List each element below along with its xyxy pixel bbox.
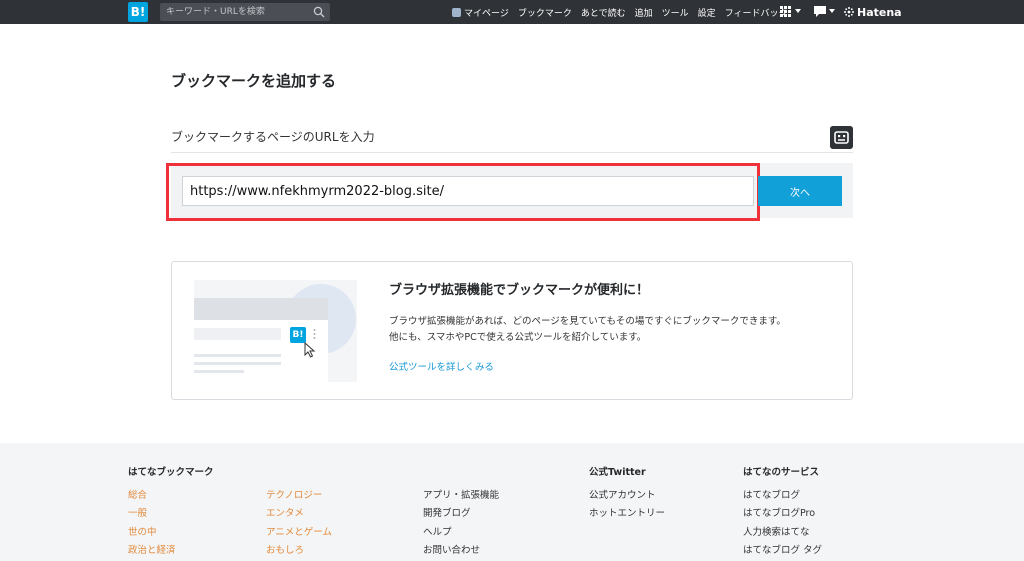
apps-grid-icon[interactable] <box>780 6 791 17</box>
search-box <box>160 3 330 21</box>
bookmarklet-icon[interactable] <box>830 126 853 149</box>
illustration-text-line <box>194 370 244 373</box>
promo-description: ブラウザ拡張機能があれば、どのページを見ていてもその場ですぐにブックマークできま… <box>389 316 786 343</box>
illustration-browser-window: B! <box>194 298 328 382</box>
illustration-bookmark-badge: B! <box>290 327 306 343</box>
footer-link-fun[interactable]: おもしろ <box>266 542 304 556</box>
illustration-address-field <box>194 328 281 340</box>
footer-link-dev-blog[interactable]: 開発ブログ <box>423 505 471 519</box>
footer-link-apps[interactable]: アプリ・拡張機能 <box>423 487 499 501</box>
footer-link-hot-entry[interactable]: ホットエントリー <box>589 505 665 519</box>
url-label: ブックマークするページのURLを入力 <box>171 130 375 144</box>
footer-link-sougou[interactable]: 総合 <box>128 487 147 501</box>
url-input[interactable] <box>182 176 754 206</box>
hatena-star-icon <box>844 7 854 17</box>
search-icon[interactable] <box>313 6 325 18</box>
hatena-brand[interactable]: Hatena <box>844 0 902 24</box>
nav-tools[interactable]: ツール <box>662 6 689 19</box>
footer-link-technology[interactable]: テクノロジー <box>266 487 322 501</box>
footer-heading-twitter: 公式Twitter <box>589 467 646 478</box>
top-navbar: B! マイページ ブックマーク あとで読む 追加 ツール 設定 フィードバック … <box>0 0 1024 24</box>
extension-promo-card: B! ブラウザ拡張機能でブックマークが便利に！ ブラウザ拡張機能があれば、どのペ… <box>171 261 853 400</box>
nav-bookmark[interactable]: ブックマーク <box>518 6 572 19</box>
footer-link-entertainment[interactable]: エンタメ <box>266 505 304 519</box>
footer-link-contact[interactable]: お問い合わせ <box>423 542 480 556</box>
official-tools-link[interactable]: 公式ツールを詳しくみる <box>389 359 494 373</box>
footer-link-world[interactable]: 世の中 <box>128 524 157 538</box>
hatena-bookmark-logo[interactable]: B! <box>128 2 148 22</box>
nav-settings[interactable]: 設定 <box>698 6 716 19</box>
illustration-window-bar <box>194 298 328 320</box>
footer-heading-bookmark: はてなブックマーク <box>128 467 214 478</box>
promo-title: ブラウザ拡張機能でブックマークが便利に！ <box>389 283 650 298</box>
footer-link-general[interactable]: 一般 <box>128 505 147 519</box>
page-title: ブックマークを追加する <box>171 72 337 90</box>
chevron-down-icon[interactable] <box>829 9 835 13</box>
footer-link-help[interactable]: ヘルプ <box>423 524 452 538</box>
illustration-text-line <box>194 354 281 357</box>
global-nav: マイページ ブックマーク あとで読む 追加 ツール 設定 フィードバック <box>452 0 796 24</box>
nav-mypage[interactable]: マイページ <box>452 6 509 19</box>
extension-illustration: B! <box>194 280 357 382</box>
notification-chat-icon[interactable] <box>814 6 826 17</box>
footer-link-anime-game[interactable]: アニメとゲーム <box>266 524 332 538</box>
more-dots-icon <box>313 329 316 339</box>
divider <box>171 152 853 153</box>
mouse-cursor-icon <box>304 342 316 358</box>
footer-link-official-account[interactable]: 公式アカウント <box>589 487 656 501</box>
footer-link-politics[interactable]: 政治と経済 <box>128 542 176 556</box>
illustration-text-line <box>194 362 281 365</box>
user-icon <box>452 7 461 17</box>
footer-link-blog-tag[interactable]: はてなブログ タグ <box>743 542 822 556</box>
nav-add[interactable]: 追加 <box>635 6 653 19</box>
footer-link-jinriki[interactable]: 人力検索はてな <box>743 524 810 538</box>
footer-link-hatena-blog-pro[interactable]: はてなブログPro <box>743 505 815 519</box>
footer-link-hatena-blog[interactable]: はてなブログ <box>743 487 800 501</box>
search-input[interactable] <box>166 5 306 19</box>
nav-read-later[interactable]: あとで読む <box>581 6 626 19</box>
nav-feedback[interactable]: フィードバック <box>725 6 788 19</box>
chevron-down-icon[interactable] <box>795 9 801 13</box>
footer-heading-services: はてなのサービス <box>743 467 820 478</box>
next-button[interactable]: 次へ <box>758 176 842 206</box>
